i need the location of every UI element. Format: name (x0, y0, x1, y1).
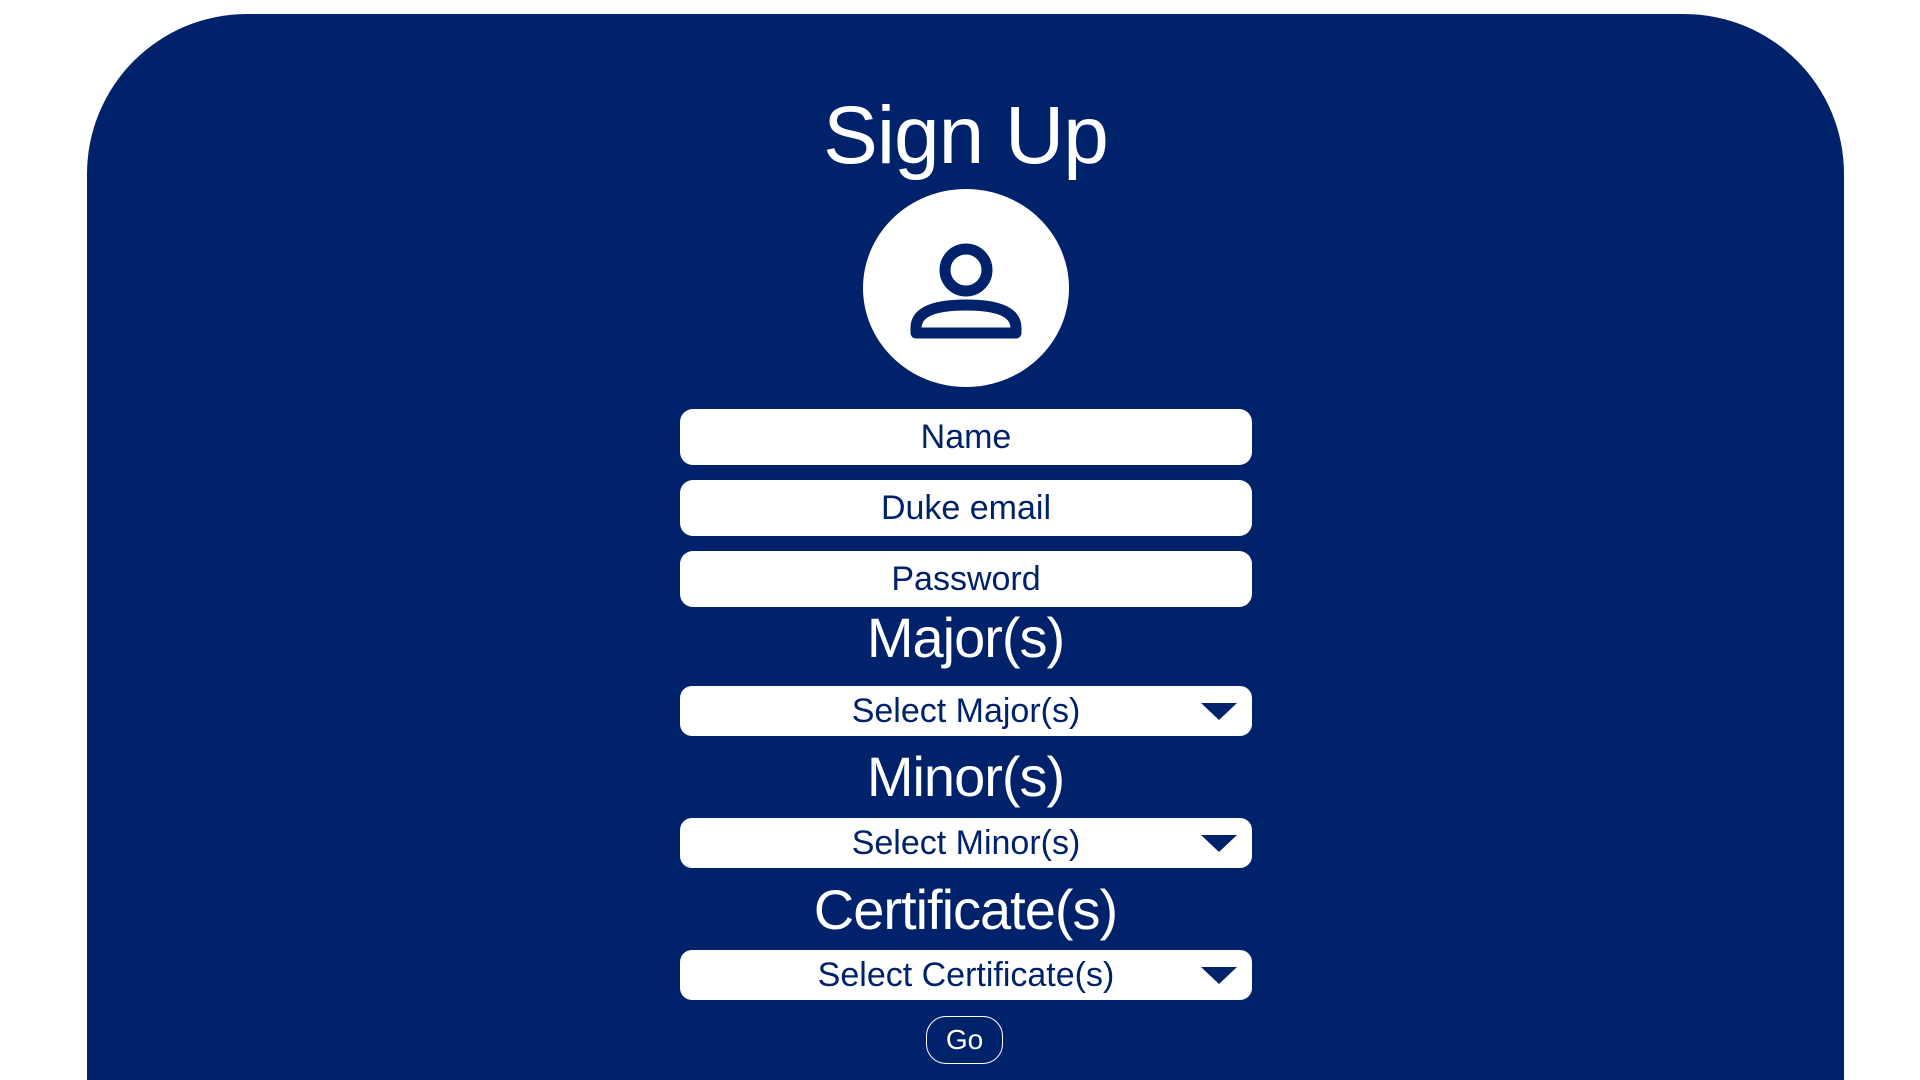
minors-label: Minor(s) (866, 745, 1065, 808)
page-title: Sign Up (823, 90, 1109, 181)
avatar[interactable] (863, 189, 1069, 387)
majors-select[interactable]: Select Major(s) (680, 686, 1252, 736)
majors-select-text: Select Major(s) (851, 691, 1081, 730)
chevron-down-icon (1201, 835, 1237, 852)
email-field-placeholder: Duke email (880, 488, 1052, 527)
password-field-placeholder: Password (891, 559, 1041, 598)
minors-select[interactable]: Select Minor(s) (680, 818, 1252, 868)
minors-select-text: Select Minor(s) (851, 823, 1081, 862)
go-button[interactable]: Go (926, 1016, 1003, 1064)
certificates-select[interactable]: Select Certificate(s) (680, 950, 1252, 1000)
chevron-down-icon (1201, 967, 1237, 984)
name-field-placeholder: Name (920, 417, 1012, 456)
email-field[interactable]: Duke email (680, 480, 1252, 536)
majors-label: Major(s) (866, 606, 1065, 669)
name-field[interactable]: Name (680, 409, 1252, 465)
certificates-select-text: Select Certificate(s) (817, 955, 1115, 994)
password-field[interactable]: Password (680, 551, 1252, 607)
certificates-label: Certificate(s) (813, 878, 1118, 941)
chevron-down-icon (1201, 703, 1237, 720)
signup-panel: Sign Up Name Duke email Password Major(s… (87, 14, 1844, 1080)
person-icon (910, 243, 1022, 339)
